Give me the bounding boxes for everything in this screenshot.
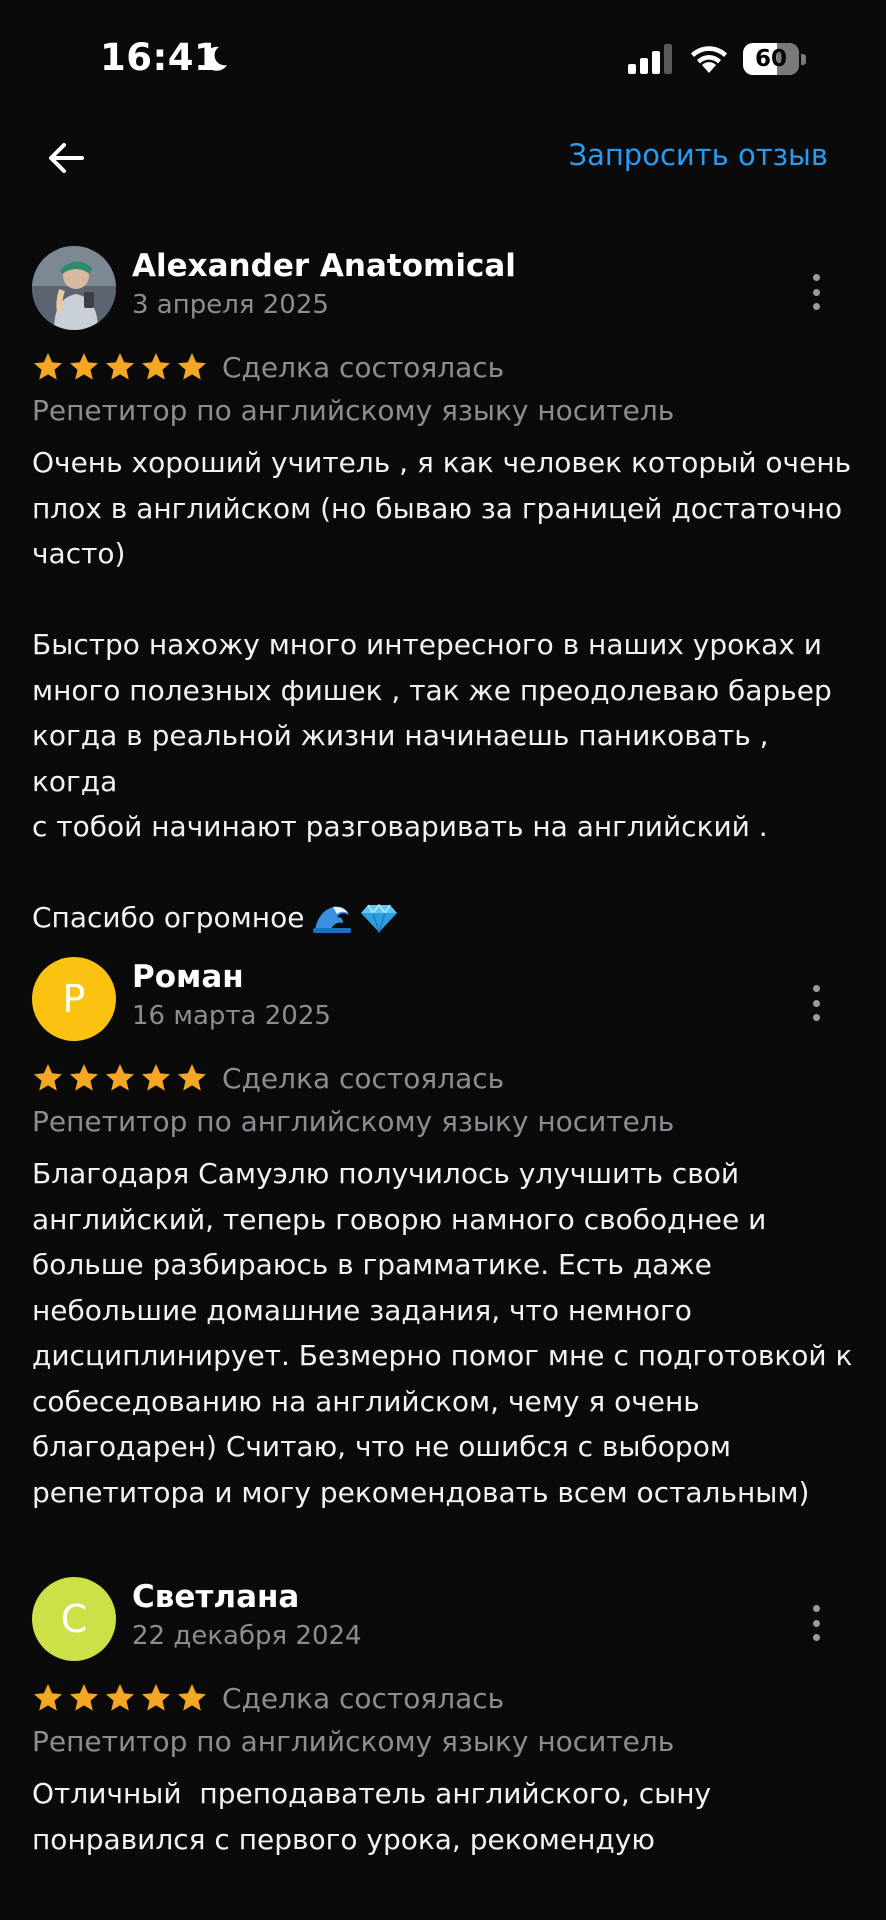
avatar-photo: [32, 246, 116, 330]
avatar[interactable]: Р: [32, 957, 116, 1041]
deal-status: Сделка состоялась: [222, 350, 505, 384]
star-icon: [34, 1064, 62, 1091]
star-rating: [32, 351, 208, 383]
star-icon: [70, 353, 98, 380]
star-icon: [142, 353, 170, 380]
status-bar: 16:41 60: [0, 0, 886, 120]
star-icon: [106, 353, 134, 380]
review-card: Alexander Anatomical 3 апреля 2025 Сделк…: [0, 246, 886, 934]
arrow-left-icon: [49, 143, 84, 173]
rating-row: Сделка состоялась: [32, 1058, 504, 1098]
star-icon: [178, 1064, 206, 1091]
rating-row: Сделка состоялась: [32, 1678, 504, 1718]
battery-level: 60: [754, 46, 787, 72]
star-icon: [142, 1064, 170, 1091]
review-card: Р Роман 16 марта 2025 Сделка состоялась …: [0, 957, 886, 1517]
signal-icon: [628, 44, 672, 74]
review-card: С Светлана 22 декабря 2024 Сделка состоя…: [0, 1577, 886, 1917]
star-rating: [32, 1682, 208, 1714]
avatar[interactable]: С: [32, 1577, 116, 1661]
review-date: 22 декабря 2024: [132, 1621, 362, 1651]
reviewer-name: Светлана: [132, 1579, 300, 1615]
star-icon: [106, 1684, 134, 1711]
avatar-letter: С: [60, 1597, 88, 1641]
reviewer-name: Alexander Anatomical: [132, 248, 516, 284]
review-text: Благодаря Самуэлю получилось улучшить св…: [32, 1157, 853, 1509]
wifi-icon: [691, 46, 727, 73]
moon-icon: [204, 46, 227, 71]
star-icon: [106, 1064, 134, 1091]
deal-status: Сделка состоялась: [222, 1681, 505, 1715]
review-date: 3 апреля 2025: [132, 290, 329, 320]
review-date: 16 марта 2025: [132, 1001, 331, 1031]
star-icon: [70, 1064, 98, 1091]
review-text: Очень хороший учитель , я как человек ко…: [32, 440, 862, 941]
star-icon: [178, 353, 206, 380]
star-icon: [178, 1684, 206, 1711]
avatar[interactable]: [32, 246, 116, 330]
deal-status: Сделка состоялась: [222, 1061, 505, 1095]
wave-emoji: [313, 906, 352, 933]
star-rating: [32, 1062, 208, 1094]
request-review-link[interactable]: Запросить отзыв: [568, 138, 828, 172]
star-icon: [34, 353, 62, 380]
reviewer-name: Роман: [132, 959, 244, 995]
rating-row: Сделка состоялась: [32, 347, 504, 387]
star-icon: [70, 1684, 98, 1711]
avatar-letter: Р: [62, 977, 86, 1021]
service-name: Репетитор по английскому языку носитель: [32, 394, 675, 427]
star-icon: [34, 1684, 62, 1711]
more-options-button[interactable]: [800, 985, 832, 1021]
review-text-body: Очень хороший учитель , я как человек ко…: [32, 446, 852, 934]
battery-icon: 60: [743, 43, 807, 75]
review-text: Отличный преподаватель английского, сыну…: [32, 1777, 712, 1856]
service-name: Репетитор по английскому языку носитель: [32, 1105, 675, 1138]
service-name: Репетитор по английскому языку носитель: [32, 1725, 675, 1758]
more-options-button[interactable]: [800, 1605, 832, 1641]
gem-emoji: [361, 903, 398, 933]
star-icon: [142, 1684, 170, 1711]
back-button[interactable]: [38, 130, 94, 186]
more-options-button[interactable]: [800, 274, 832, 310]
